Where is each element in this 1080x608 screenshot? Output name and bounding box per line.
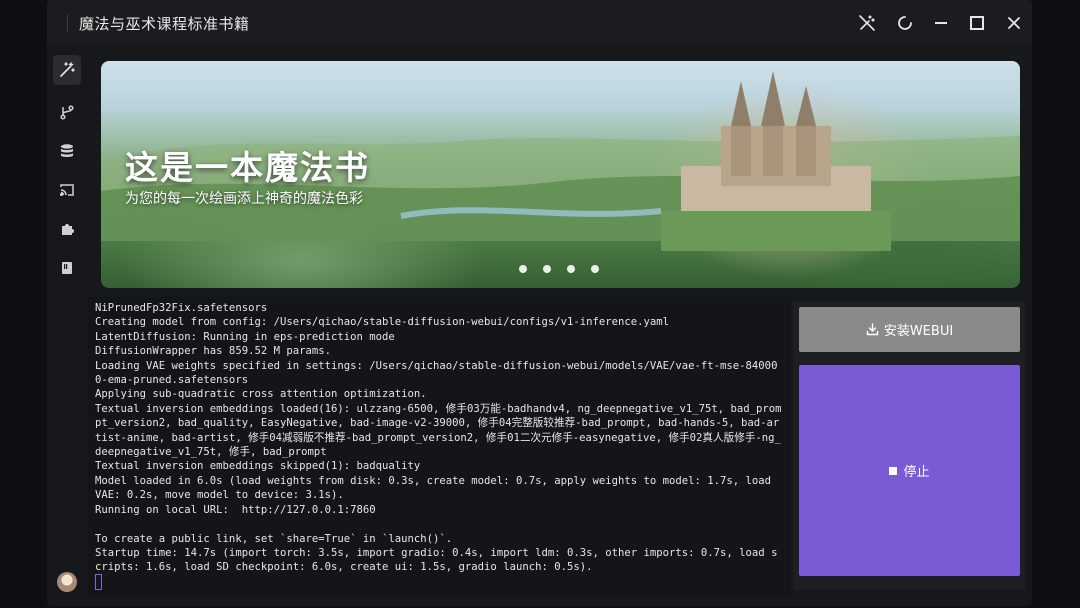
carousel-dot[interactable] [591, 265, 599, 273]
console-cursor [95, 574, 102, 590]
window-title: 魔法与巫术课程标准书籍 [79, 15, 250, 33]
carousel-dot[interactable] [519, 265, 527, 273]
minimize-icon[interactable] [929, 11, 953, 35]
install-button-label: 安装WEBUI [883, 324, 954, 339]
install-webui-button[interactable]: 安装WEBUI [799, 307, 1020, 352]
sidebar-item-branch[interactable] [53, 97, 81, 127]
title-separator [67, 14, 68, 32]
sidebar-item-cast[interactable] [53, 175, 81, 205]
banner-carousel: 这是一本魔法书 为您的每一次绘画添上神奇的魔法色彩 [101, 61, 1020, 288]
carousel-dot[interactable] [567, 265, 575, 273]
branch-icon [60, 105, 74, 120]
console-log-text: NiPrunedFp32Fix.safetensors Creating mod… [95, 302, 782, 574]
title-bar: 魔法与巫术课程标准书籍 [47, 0, 1032, 46]
app-window: 魔法与巫术课程标准书籍 这是一本魔法书 为您的每一次绘画添上神奇的魔法色彩 Ni… [47, 0, 1032, 606]
download-icon [866, 323, 879, 336]
book-icon [62, 262, 72, 274]
stop-icon [889, 466, 898, 475]
magic-off-icon[interactable] [855, 11, 879, 35]
stop-button-label: 停止 [903, 465, 930, 480]
cast-icon [59, 184, 74, 197]
sidebar-item-book[interactable] [53, 253, 81, 283]
close-icon[interactable] [1002, 11, 1026, 35]
database-icon [61, 144, 73, 157]
avatar[interactable] [57, 572, 77, 592]
sidebar-item-database[interactable] [53, 136, 81, 166]
sidebar-item-extensions[interactable] [53, 214, 81, 244]
maximize-icon[interactable] [965, 11, 989, 35]
carousel-indicators [519, 265, 599, 273]
banner-title: 这是一本魔法书 [125, 148, 370, 187]
carousel-dot[interactable] [543, 265, 551, 273]
sidebar-item-magic[interactable] [53, 55, 81, 85]
puzzle-icon [62, 224, 74, 235]
console-output[interactable]: NiPrunedFp32Fix.safetensors Creating mod… [87, 297, 791, 598]
refresh-icon[interactable] [893, 11, 917, 35]
castle-illustration [661, 71, 891, 251]
stop-button[interactable]: 停止 [799, 365, 1020, 576]
action-panel: 安装WEBUI 停止 [793, 301, 1025, 590]
banner-subtitle: 为您的每一次绘画添上神奇的魔法色彩 [125, 191, 363, 207]
magic-wand-icon [60, 62, 75, 77]
sidebar [47, 46, 87, 606]
